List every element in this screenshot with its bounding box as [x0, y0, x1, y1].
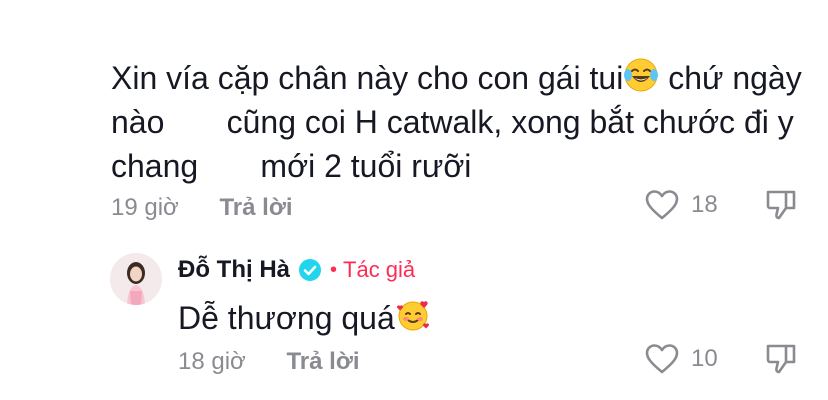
comment-line: Xin vía cặp chân này cho con gái tui chứ…: [111, 56, 811, 100]
reply-text-content: Dễ thương quá: [178, 300, 395, 336]
comment-text: Xin vía cặp chân này cho con gái tui chứ…: [111, 56, 811, 188]
like-count: 18: [691, 191, 718, 218]
heart-icon: [645, 344, 679, 374]
laughing-tears-icon: [624, 58, 659, 92]
dislike-icon[interactable]: [764, 342, 798, 376]
reply-meta: 18 giờ Trả lời: [178, 348, 360, 376]
comment-line-3: chang mới 2 tuổi rưỡi: [111, 148, 472, 184]
dislike-icon[interactable]: [764, 188, 798, 222]
reply-timestamp: 18 giờ: [178, 348, 246, 375]
avatar[interactable]: [110, 253, 162, 305]
reply-reply-button[interactable]: Trả lời: [286, 348, 359, 375]
reply-like-button[interactable]: 10: [645, 343, 718, 375]
comment-line-1: Xin vía cặp chân này cho con gái tui: [111, 60, 624, 96]
like-button[interactable]: 18: [645, 189, 718, 221]
comment-timestamp: 19 giờ: [111, 194, 179, 221]
author-row: Đỗ Thị Hà • Tác giả: [178, 256, 415, 284]
author-tag-separator: •: [330, 258, 338, 281]
comment-line-1b: chứ ngày: [659, 60, 802, 96]
author-name[interactable]: Đỗ Thị Hà: [178, 256, 290, 284]
reply-button[interactable]: Trả lời: [219, 194, 292, 221]
smiling-hearts-icon: [396, 301, 429, 331]
author-tag: Tác giả: [343, 257, 416, 282]
comment-meta: 19 giờ Trả lời: [111, 194, 293, 222]
avatar-image: [110, 253, 162, 305]
verified-icon: [299, 259, 321, 281]
reply-text: Dễ thương quá: [178, 296, 431, 340]
comment-line-2: nào cũng coi H catwalk, xong bắt chước đ…: [111, 104, 794, 140]
reply-like-count: 10: [691, 345, 718, 372]
heart-icon: [645, 190, 679, 220]
